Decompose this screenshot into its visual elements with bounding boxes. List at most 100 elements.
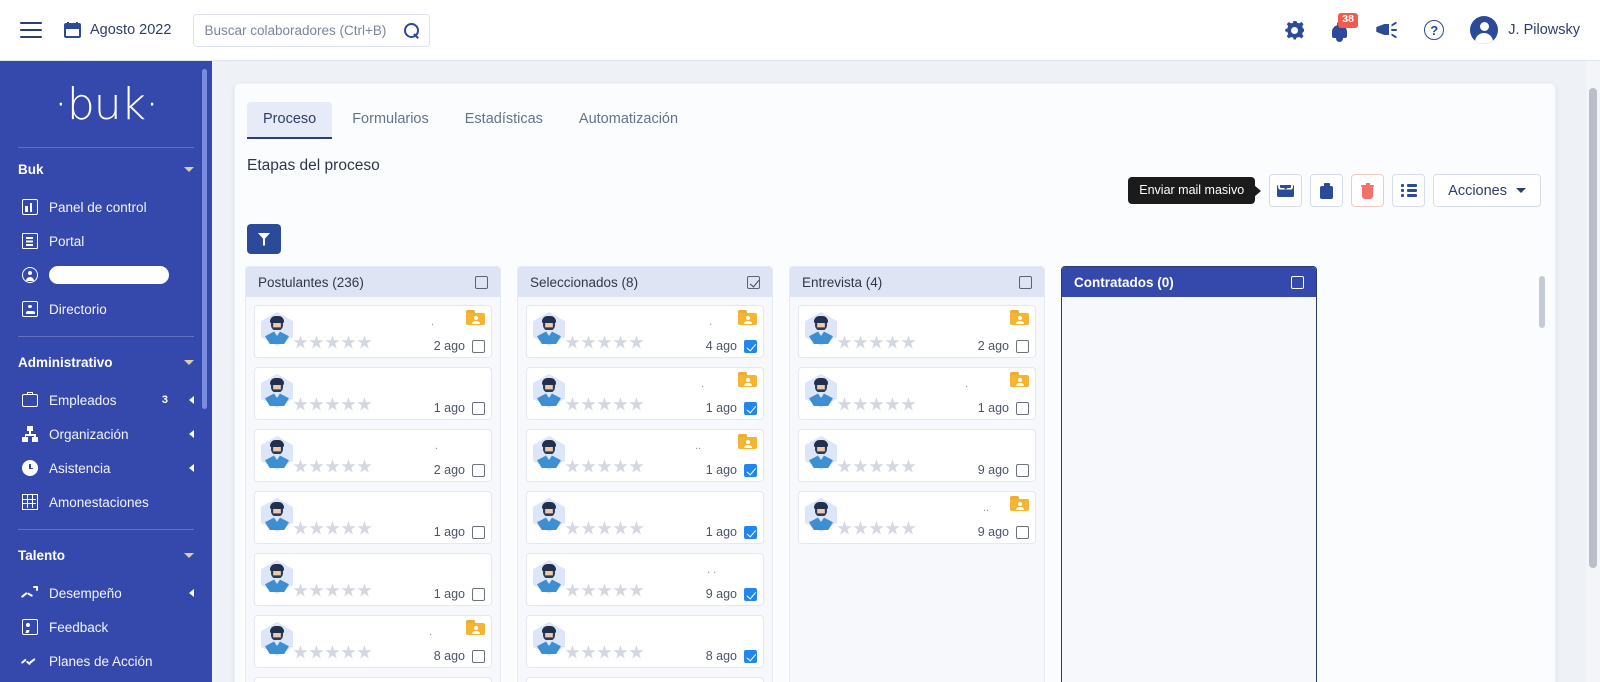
- candidate-select-checkbox[interactable]: [744, 525, 757, 539]
- megaphone-icon[interactable]: [1376, 21, 1398, 39]
- star-icon[interactable]: [341, 583, 356, 597]
- star-icon[interactable]: [581, 397, 596, 411]
- star-icon[interactable]: [325, 397, 340, 411]
- candidate-rating-stars[interactable]: [837, 459, 916, 474]
- column-select-all-checkbox[interactable]: [475, 275, 488, 289]
- question-circle-icon[interactable]: ?: [1424, 20, 1445, 40]
- candidate-select-checkbox[interactable]: [1016, 339, 1029, 353]
- star-icon[interactable]: [357, 459, 372, 473]
- kanban-column[interactable]: Seleccionados (8). 4 ago. 1 ago.. 1 ago 1 ag…: [517, 266, 773, 682]
- star-icon[interactable]: [613, 583, 628, 597]
- candidate-select-checkbox[interactable]: [1016, 463, 1029, 477]
- star-icon[interactable]: [565, 583, 580, 597]
- star-icon[interactable]: [853, 459, 868, 473]
- star-icon[interactable]: [325, 583, 340, 597]
- candidate-card[interactable]: .8 ago: [254, 615, 492, 668]
- hamburger-icon[interactable]: [20, 22, 42, 38]
- star-icon[interactable]: [293, 521, 308, 535]
- star-icon[interactable]: [629, 335, 644, 349]
- sidebar-item-panel-de-control[interactable]: Panel de control: [0, 190, 212, 224]
- star-icon[interactable]: [629, 459, 644, 473]
- star-icon[interactable]: [309, 521, 324, 535]
- sidebar-item-directorio[interactable]: Directorio: [0, 292, 212, 326]
- star-icon[interactable]: [581, 335, 596, 349]
- clipboard-button[interactable]: [1310, 174, 1344, 207]
- candidate-card[interactable]: 8 ago: [526, 615, 764, 668]
- star-icon[interactable]: [853, 521, 868, 535]
- delete-button[interactable]: [1351, 174, 1385, 207]
- candidate-rating-stars[interactable]: [565, 645, 644, 660]
- candidate-select-checkbox[interactable]: [472, 525, 485, 539]
- candidate-rating-stars[interactable]: [837, 335, 916, 350]
- star-icon[interactable]: [357, 583, 372, 597]
- candidate-rating-stars[interactable]: [293, 521, 372, 536]
- star-icon[interactable]: [581, 459, 596, 473]
- star-icon[interactable]: [597, 645, 612, 659]
- candidate-card[interactable]: [254, 677, 492, 682]
- search-box[interactable]: [193, 13, 431, 47]
- candidate-select-checkbox[interactable]: [472, 587, 485, 601]
- star-icon[interactable]: [885, 459, 900, 473]
- candidate-rating-stars[interactable]: [837, 397, 916, 412]
- star-icon[interactable]: [293, 583, 308, 597]
- candidate-rating-stars[interactable]: [293, 645, 372, 660]
- candidate-folder-icon[interactable]: [1010, 310, 1029, 325]
- candidate-select-checkbox[interactable]: [472, 401, 485, 415]
- notifications-bell[interactable]: 38: [1330, 13, 1358, 42]
- star-icon[interactable]: [565, 397, 580, 411]
- sidebar-item-asistencia[interactable]: Asistencia: [0, 451, 212, 485]
- tab-formularios[interactable]: Formularios: [336, 102, 445, 138]
- kanban-column[interactable]: Entrevista (4) 2 ago. 1 ago 9 ago.. 9 ago: [789, 266, 1045, 682]
- star-icon[interactable]: [869, 335, 884, 349]
- search-icon[interactable]: [404, 22, 420, 38]
- star-icon[interactable]: [613, 521, 628, 535]
- candidate-rating-stars[interactable]: [293, 583, 372, 598]
- column-select-all-checkbox[interactable]: [747, 275, 760, 289]
- tab-estad-sticas[interactable]: Estadísticas: [449, 102, 559, 138]
- search-input[interactable]: [204, 22, 405, 38]
- star-icon[interactable]: [597, 521, 612, 535]
- list-view-button[interactable]: [1392, 174, 1426, 207]
- candidate-rating-stars[interactable]: [293, 335, 372, 350]
- candidate-card[interactable]: 1 ago: [254, 491, 492, 544]
- column-select-all-checkbox[interactable]: [1291, 275, 1304, 289]
- candidate-select-checkbox[interactable]: [744, 587, 757, 601]
- star-icon[interactable]: [837, 335, 852, 349]
- candidate-select-checkbox[interactable]: [1016, 401, 1029, 415]
- star-icon[interactable]: [565, 521, 580, 535]
- star-icon[interactable]: [293, 645, 308, 659]
- period-selector[interactable]: Agosto 2022: [64, 21, 171, 39]
- star-icon[interactable]: [341, 459, 356, 473]
- star-icon[interactable]: [357, 645, 372, 659]
- star-icon[interactable]: [565, 459, 580, 473]
- candidate-card[interactable]: .1 ago: [526, 367, 764, 420]
- star-icon[interactable]: [341, 521, 356, 535]
- star-icon[interactable]: [853, 397, 868, 411]
- candidate-card[interactable]: .1 ago: [798, 367, 1036, 420]
- candidate-card[interactable]: [526, 677, 764, 682]
- candidate-rating-stars[interactable]: [565, 335, 644, 350]
- candidate-select-checkbox[interactable]: [1016, 525, 1029, 539]
- star-icon[interactable]: [565, 335, 580, 349]
- send-mass-mail-button[interactable]: [1269, 174, 1303, 207]
- star-icon[interactable]: [885, 521, 900, 535]
- candidate-rating-stars[interactable]: [293, 459, 372, 474]
- star-icon[interactable]: [613, 645, 628, 659]
- sidebar-item-redacted[interactable]: [0, 258, 212, 292]
- star-icon[interactable]: [901, 521, 916, 535]
- star-icon[interactable]: [581, 583, 596, 597]
- star-icon[interactable]: [837, 521, 852, 535]
- sidebar-scrollbar[interactable]: [202, 69, 207, 409]
- sidebar-item-organizaci-n[interactable]: Organización: [0, 417, 212, 451]
- candidate-folder-icon[interactable]: [1010, 372, 1029, 387]
- candidate-rating-stars[interactable]: [565, 459, 644, 474]
- star-icon[interactable]: [869, 397, 884, 411]
- sidebar-item-desempe-o[interactable]: Desempeño: [0, 576, 212, 610]
- candidate-card[interactable]: .. 1 ago: [526, 429, 764, 482]
- candidate-card[interactable]: 1 ago: [254, 553, 492, 606]
- star-icon[interactable]: [613, 397, 628, 411]
- star-icon[interactable]: [293, 459, 308, 473]
- candidate-select-checkbox[interactable]: [744, 401, 757, 415]
- star-icon[interactable]: [309, 645, 324, 659]
- star-icon[interactable]: [869, 521, 884, 535]
